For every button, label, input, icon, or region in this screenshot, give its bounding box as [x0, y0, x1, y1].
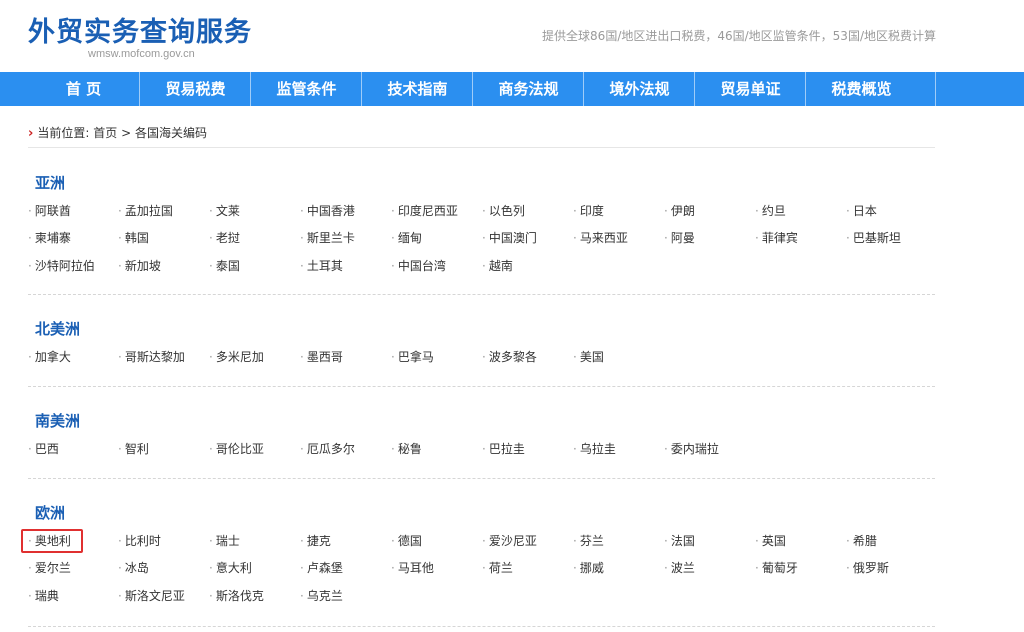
country-link[interactable]: 斯里兰卡 [300, 230, 355, 246]
country-link[interactable]: 哥斯达黎加 [118, 349, 185, 365]
country-link[interactable]: 巴拿马 [391, 349, 434, 365]
country-link[interactable]: 爱尔兰 [28, 560, 71, 576]
nav-item-6[interactable]: 贸易单证 [694, 72, 806, 106]
region-title: 欧洲 [35, 504, 66, 522]
site-tagline: 提供全球86国/地区进出口税费，46国/地区监管条件，53国/地区税费计算 [542, 29, 936, 43]
breadcrumb-home-link[interactable]: 首页 [93, 126, 117, 140]
country-link[interactable]: 缅甸 [391, 230, 422, 246]
country-link[interactable]: 乌拉圭 [573, 441, 616, 457]
nav-divider [935, 72, 936, 106]
breadcrumb-current: 各国海关编码 [134, 126, 207, 140]
region-title: 南美洲 [35, 412, 81, 430]
country-link[interactable]: 日本 [846, 203, 877, 219]
country-link[interactable]: 德国 [391, 533, 422, 549]
country-link[interactable]: 波兰 [664, 560, 695, 576]
country-link[interactable]: 巴西 [28, 441, 59, 457]
nav-item-0[interactable]: 首 页 [28, 72, 139, 106]
country-link[interactable]: 新加坡 [118, 258, 161, 274]
country-link[interactable]: 马来西亚 [573, 230, 628, 246]
country-link[interactable]: 秘鲁 [391, 441, 422, 457]
country-link[interactable]: 马耳他 [391, 560, 434, 576]
country-link[interactable]: 俄罗斯 [846, 560, 889, 576]
country-link[interactable]: 韩国 [118, 230, 149, 246]
country-link[interactable]: 泰国 [209, 258, 240, 274]
nav-item-4[interactable]: 商务法规 [472, 72, 584, 106]
breadcrumb-arrow-icon: › [28, 126, 34, 141]
country-link[interactable]: 智利 [118, 441, 149, 457]
country-link[interactable]: 老挝 [209, 230, 240, 246]
country-link[interactable]: 约旦 [755, 203, 786, 219]
country-link[interactable]: 多米尼加 [209, 349, 264, 365]
country-link[interactable]: 捷克 [300, 533, 331, 549]
country-link[interactable]: 巴基斯坦 [846, 230, 901, 246]
country-link[interactable]: 美国 [573, 349, 604, 365]
breadcrumb-separator: > [121, 126, 132, 140]
breadcrumb-divider [28, 147, 935, 148]
country-link[interactable]: 冰岛 [118, 560, 149, 576]
country-link[interactable]: 中国香港 [300, 203, 355, 219]
breadcrumb-prefix: 当前位置: [37, 126, 90, 140]
country-link[interactable]: 瑞士 [209, 533, 240, 549]
country-link[interactable]: 巴拉圭 [482, 441, 525, 457]
country-link[interactable]: 爱沙尼亚 [482, 533, 537, 549]
region-divider [28, 478, 935, 479]
country-link[interactable]: 葡萄牙 [755, 560, 798, 576]
nav-item-2[interactable]: 监管条件 [250, 72, 362, 106]
region-divider [28, 294, 935, 295]
nav-item-1[interactable]: 贸易税费 [139, 72, 251, 106]
country-link[interactable]: 墨西哥 [300, 349, 343, 365]
country-link[interactable]: 委内瑞拉 [664, 441, 719, 457]
country-link[interactable]: 荷兰 [482, 560, 513, 576]
country-link[interactable]: 越南 [482, 258, 513, 274]
site-header: 外贸实务查询服务 wmsw.mofcom.gov.cn 提供全球86国/地区进出… [0, 0, 1024, 72]
country-link[interactable]: 印度 [573, 203, 604, 219]
nav-item-7[interactable]: 税费概览 [805, 72, 917, 106]
country-link[interactable]: 土耳其 [300, 258, 343, 274]
country-link[interactable]: 意大利 [209, 560, 252, 576]
country-link[interactable]: 印度尼西亚 [391, 203, 458, 219]
country-link[interactable]: 乌克兰 [300, 588, 343, 604]
country-link[interactable]: 以色列 [482, 203, 525, 219]
country-link[interactable]: 波多黎各 [482, 349, 537, 365]
breadcrumb: › 当前位置: 首页 > 各国海关编码 [28, 124, 207, 141]
country-link[interactable]: 瑞典 [28, 588, 59, 604]
country-link[interactable]: 英国 [755, 533, 786, 549]
country-link[interactable]: 孟加拉国 [118, 203, 173, 219]
country-link[interactable]: 斯洛伐克 [209, 588, 264, 604]
country-link[interactable]: 阿联酋 [28, 203, 71, 219]
country-link[interactable]: 奥地利 [28, 533, 71, 549]
country-link[interactable]: 希腊 [846, 533, 877, 549]
country-link[interactable]: 伊朗 [664, 203, 695, 219]
country-link[interactable]: 菲律宾 [755, 230, 798, 246]
country-link[interactable]: 卢森堡 [300, 560, 343, 576]
country-link[interactable]: 中国澳门 [482, 230, 537, 246]
country-link[interactable]: 阿曼 [664, 230, 695, 246]
country-link[interactable]: 加拿大 [28, 349, 71, 365]
region-title: 北美洲 [35, 320, 81, 338]
site-title[interactable]: 外贸实务查询服务 [28, 10, 252, 49]
country-link[interactable]: 比利时 [118, 533, 161, 549]
region-title: 亚洲 [35, 174, 66, 192]
country-link[interactable]: 芬兰 [573, 533, 604, 549]
country-link[interactable]: 挪威 [573, 560, 604, 576]
region-divider [28, 626, 935, 627]
country-link[interactable]: 法国 [664, 533, 695, 549]
region-divider [28, 386, 935, 387]
main-nav: 首 页贸易税费 监管条件 技术指南 商务法规 境外法规 贸易单证 税费概览 [0, 72, 1024, 106]
nav-item-5[interactable]: 境外法规 [583, 72, 695, 106]
country-link[interactable]: 中国台湾 [391, 258, 446, 274]
country-link[interactable]: 沙特阿拉伯 [28, 258, 95, 274]
country-link[interactable]: 斯洛文尼亚 [118, 588, 185, 604]
nav-item-3[interactable]: 技术指南 [361, 72, 473, 106]
country-link[interactable]: 柬埔寨 [28, 230, 71, 246]
site-domain: wmsw.mofcom.gov.cn [88, 48, 195, 60]
country-link[interactable]: 厄瓜多尔 [300, 441, 355, 457]
country-link[interactable]: 文莱 [209, 203, 240, 219]
country-link[interactable]: 哥伦比亚 [209, 441, 264, 457]
